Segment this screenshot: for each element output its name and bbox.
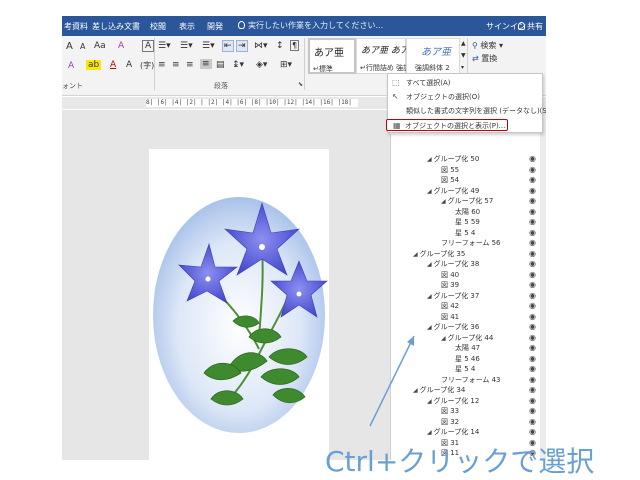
annotation-arrow xyxy=(369,335,415,427)
annotation-caption: Ctrl+クリックで選択 xyxy=(325,445,595,478)
annotation-overlay xyxy=(369,335,415,427)
